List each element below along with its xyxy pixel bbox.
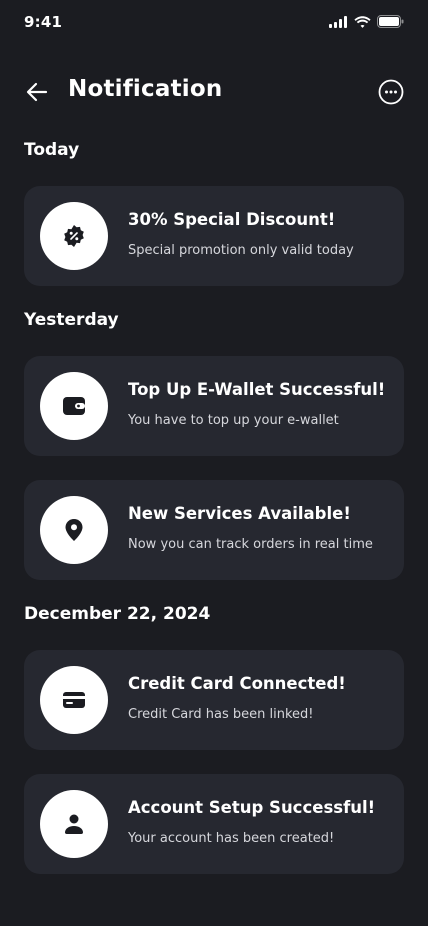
user-icon [65, 814, 83, 834]
location-pin-icon [65, 519, 83, 541]
notification-subtitle: Now you can track orders in real time [128, 537, 373, 552]
back-button[interactable] [22, 78, 52, 106]
status-time: 9:41 [24, 13, 63, 31]
notification-icon-circle [40, 202, 108, 270]
notification-title: 30% Special Discount! [128, 210, 336, 229]
credit-card-icon [63, 692, 85, 708]
notification-subtitle: Your account has been created! [128, 831, 335, 846]
status-icons [329, 15, 404, 28]
status-bar: 9:41 [0, 0, 428, 44]
notification-card[interactable]: Account Setup Successful! Your account h… [24, 774, 404, 874]
notification-card[interactable]: Credit Card Connected! Credit Card has b… [24, 650, 404, 750]
section-title-yesterday: Yesterday [24, 310, 119, 330]
notification-card[interactable]: New Services Available! Now you can trac… [24, 480, 404, 580]
notification-subtitle: Credit Card has been linked! [128, 707, 314, 722]
wallet-icon [63, 397, 85, 415]
notification-card[interactable]: Top Up E-Wallet Successful! You have to … [24, 356, 404, 456]
header: Notification [0, 70, 428, 114]
more-horizontal-icon [378, 79, 404, 105]
section-title-today: Today [24, 140, 80, 160]
notification-card[interactable]: 30% Special Discount! Special promotion … [24, 186, 404, 286]
more-options-button[interactable] [378, 79, 404, 105]
notification-subtitle: You have to top up your e-wallet [128, 413, 339, 428]
battery-icon [377, 15, 404, 28]
notification-title: Top Up E-Wallet Successful! [128, 380, 386, 399]
notification-icon-circle [40, 666, 108, 734]
notification-title: Account Setup Successful! [128, 798, 376, 817]
section-title-date: December 22, 2024 [24, 604, 211, 624]
arrow-left-icon [26, 82, 48, 102]
notification-icon-circle [40, 372, 108, 440]
notification-title: New Services Available! [128, 504, 351, 523]
notification-icon-circle [40, 790, 108, 858]
discount-badge-icon [64, 225, 84, 247]
notification-icon-circle [40, 496, 108, 564]
wifi-icon [354, 15, 371, 28]
notification-subtitle: Special promotion only valid today [128, 243, 354, 258]
notification-title: Credit Card Connected! [128, 674, 346, 693]
page-title: Notification [68, 76, 223, 102]
cellular-signal-icon [329, 15, 347, 28]
